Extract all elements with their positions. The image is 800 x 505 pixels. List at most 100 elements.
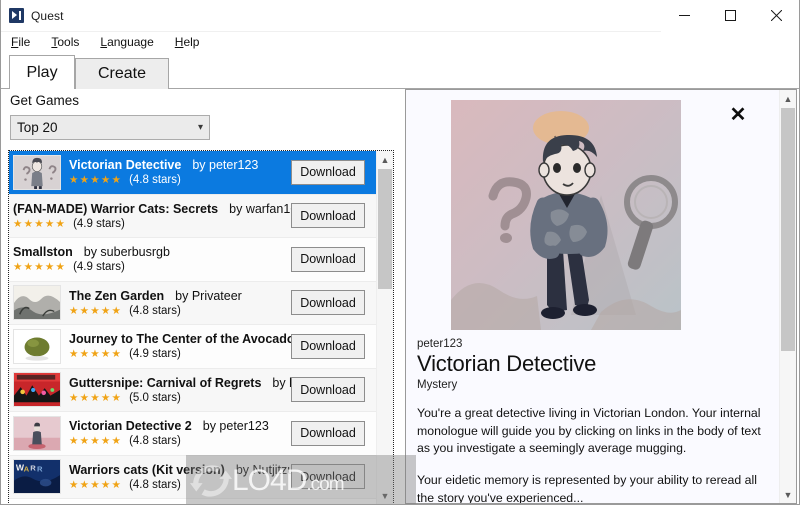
download-button[interactable]: Download	[291, 246, 365, 272]
quest-logo-icon	[9, 8, 24, 23]
detail-scrollbar-thumb[interactable]	[781, 108, 795, 351]
rating-stars: ★★★★★	[13, 217, 67, 230]
rating-stars: ★★★★★	[69, 391, 123, 404]
download-button[interactable]: Download	[291, 377, 365, 403]
download-button[interactable]: Download	[291, 464, 365, 490]
scroll-up-icon[interactable]: ▲	[377, 151, 393, 168]
game-row-text: The Zen Garden by Privateer ★★★★★ (4.8 star…	[61, 289, 291, 317]
game-title: Journey to The Center of the Avocado	[69, 332, 291, 347]
game-author: by peter123	[202, 419, 269, 434]
game-author: by peter123	[192, 158, 259, 173]
rating-value: (5.0 stars)	[129, 391, 181, 404]
games-scrollbar-thumb[interactable]	[378, 169, 392, 289]
game-row-text: Journey to The Center of the Avocadoby ★…	[61, 332, 291, 360]
table-row[interactable]: Journey to The Center of the Avocadoby ★…	[9, 325, 376, 369]
rating-value: (4.8 stars)	[129, 304, 181, 317]
svg-text:R: R	[37, 465, 43, 474]
game-thumbnail	[13, 285, 61, 321]
games-list: Victorian Detective by peter123 ★★★★★ (4.8 …	[9, 151, 376, 504]
download-button[interactable]: Download	[291, 203, 365, 229]
rating-value: (4.8 stars)	[129, 174, 181, 187]
game-row-text: Guttersnipe: Carnival of Regrets by bitte…	[61, 376, 291, 404]
title-bar: Quest	[1, 0, 799, 32]
game-author: by Privateer	[175, 288, 242, 303]
game-row-text: Smallston by suberbusrgb ★★★★★ (4.9 stars)	[9, 245, 291, 273]
rating-stars: ★★★★★	[69, 304, 123, 317]
rating-value: (4.8 stars)	[129, 435, 181, 448]
download-button[interactable]: Download	[291, 333, 365, 359]
game-thumbnail	[13, 372, 61, 408]
game-filter-dropdown[interactable]: Top 20 ▾	[10, 115, 210, 140]
rating-stars: ★★★★★	[69, 348, 123, 360]
games-list-scrollbar[interactable]: ▲ ▼	[376, 151, 393, 504]
game-detail-text: peter123 Victorian Detective Mystery You…	[417, 338, 772, 503]
quest-application-window: Quest File Tools Language Help Play Crea…	[0, 0, 800, 505]
game-thumbnail	[13, 415, 61, 451]
detail-paragraph-2: Your eidetic memory is represented by yo…	[417, 473, 757, 503]
rating-value: (4.8 stars)	[129, 478, 181, 491]
close-detail-icon[interactable]: ✕	[727, 104, 749, 126]
game-author: by suberbusrgb	[83, 245, 170, 260]
rating-value: (4.9 stars)	[73, 217, 125, 230]
game-title: (FAN-MADE) Warrior Cats: Secrets	[13, 201, 219, 216]
chevron-down-icon: ▾	[197, 121, 203, 133]
menu-item-language[interactable]: Language	[100, 35, 153, 49]
rating-stars: ★★★★★	[69, 174, 123, 186]
game-title: The Zen Garden	[69, 288, 165, 303]
detail-genre: Mystery	[417, 379, 458, 392]
game-thumbnail	[13, 328, 61, 364]
game-author: by Nutjitzu	[235, 462, 291, 477]
content-area: Get Games Top 20 ▾ Victorian Detective by…	[1, 89, 799, 504]
game-title: Victorian Detective	[69, 158, 182, 173]
table-row[interactable]: Guttersnipe: Carnival of Regrets by bitte…	[9, 368, 376, 412]
scroll-down-icon[interactable]: ▼	[377, 487, 393, 504]
menu-item-help[interactable]: Help	[175, 35, 200, 49]
svg-text:A: A	[24, 465, 30, 474]
window-controls	[661, 0, 799, 32]
download-button[interactable]: Download	[291, 159, 365, 185]
game-filter-value: Top 20	[17, 120, 58, 135]
game-author: by bitterka	[272, 375, 291, 390]
rating-value: (4.9 stars)	[129, 348, 181, 361]
game-title: Guttersnipe: Carnival of Regrets	[69, 375, 262, 390]
table-row[interactable]: W A R R Warriors cats (Kit version) by Nutjit…	[9, 455, 376, 499]
rating-value: (4.9 stars)	[73, 261, 125, 274]
menu-item-file[interactable]: File	[11, 35, 30, 49]
game-row-text: (FAN-MADE) Warrior Cats: Secrets by warfa…	[9, 202, 291, 230]
menu-bar: File Tools Language Help	[1, 32, 799, 52]
table-row[interactable]: Smallston by suberbusrgb ★★★★★ (4.9 stars) D…	[9, 238, 376, 282]
table-row[interactable]: (FAN-MADE) Warrior Cats: Secrets by warfa…	[9, 194, 376, 238]
tab-create[interactable]: Create	[75, 58, 169, 89]
rating-stars: ★★★★★	[69, 478, 123, 491]
detail-author: peter123	[417, 338, 463, 350]
table-row[interactable]: Victorian Detective by peter123 ★★★★★ (4.8 …	[9, 151, 376, 195]
detail-paragraph-1: You're a great detective living in Victo…	[417, 406, 761, 456]
get-games-label: Get Games	[10, 93, 80, 108]
rating-stars: ★★★★★	[69, 435, 123, 447]
game-detail-scroll-region: ✕ peter123 Victorian Detective Mystery Y…	[406, 90, 780, 503]
window-title: Quest	[31, 8, 64, 23]
games-listbox[interactable]: Victorian Detective by peter123 ★★★★★ (4.8 …	[8, 150, 394, 504]
game-author: by warfan16	[229, 201, 291, 216]
game-title: Victorian Detective 2	[69, 419, 192, 434]
game-title: Smallston	[13, 245, 73, 260]
tab-play-label: Play	[26, 63, 58, 81]
table-row[interactable]: The Zen Garden by Privateer ★★★★★ (4.8 star…	[9, 281, 376, 325]
game-detail-panel: ✕ peter123 Victorian Detective Mystery Y…	[405, 89, 797, 504]
download-button[interactable]: Download	[291, 290, 365, 316]
minimize-button[interactable]	[661, 0, 707, 32]
game-row-text: Victorian Detective by peter123 ★★★★★ (4.8 …	[61, 158, 291, 186]
maximize-button[interactable]	[707, 0, 753, 32]
close-button[interactable]	[753, 0, 799, 32]
download-button[interactable]: Download	[291, 420, 365, 446]
game-row-text: Warriors cats (Kit version) by Nutjitzu ★★…	[61, 463, 291, 491]
menu-item-tools[interactable]: Tools	[51, 35, 79, 49]
detail-scroll-up-icon[interactable]: ▲	[780, 90, 796, 107]
detail-scroll-down-icon[interactable]: ▼	[780, 486, 796, 503]
game-row-text: Victorian Detective 2 by peter123 ★★★★★ (4.…	[61, 419, 291, 447]
tab-play[interactable]: Play	[9, 55, 75, 90]
tab-strip: Play Create	[1, 55, 799, 90]
svg-text:R: R	[30, 464, 36, 473]
detail-scrollbar[interactable]: ▲ ▼	[779, 90, 796, 503]
table-row[interactable]: Victorian Detective 2 by peter123 ★★★★★ (4.…	[9, 412, 376, 456]
